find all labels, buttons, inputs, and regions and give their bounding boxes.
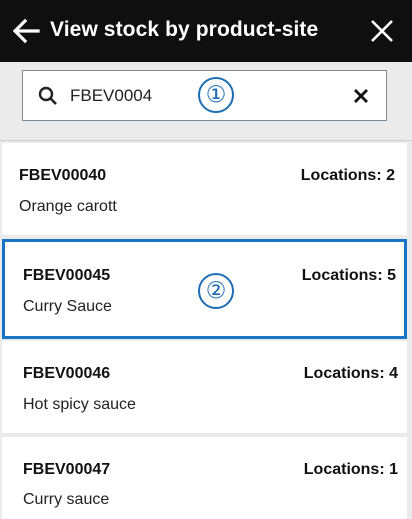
product-code: FBEV00040 (19, 167, 107, 184)
clear-icon[interactable] (351, 86, 371, 106)
product-name: Hot spicy sauce (23, 396, 136, 413)
search-input[interactable] (70, 84, 270, 108)
callout-marker-1: ① (198, 77, 234, 113)
list-item[interactable]: FBEV00040 Locations: 2 Orange carott (2, 143, 407, 235)
list-item[interactable]: FBEV00047 Locations: 1 Curry sauce (2, 437, 407, 519)
locations-count: Locations: 2 (300, 167, 395, 184)
product-code: FBEV00045 (23, 267, 111, 284)
page-title: View stock by product-site (50, 18, 319, 41)
search-bar-container: ① (0, 62, 412, 141)
locations-count: Locations: 5 (301, 267, 396, 284)
list-item[interactable]: FBEV00046 Locations: 4 Hot spicy sauce (2, 341, 407, 433)
callout-marker-2: ② (198, 273, 234, 309)
arrow-left-icon[interactable] (10, 16, 42, 46)
product-name: Curry Sauce (23, 298, 112, 315)
close-icon[interactable] (368, 17, 396, 45)
product-code: FBEV00046 (23, 365, 111, 382)
product-code: FBEV00047 (23, 461, 111, 478)
product-name: Curry sauce (23, 491, 110, 508)
locations-count: Locations: 4 (303, 365, 398, 382)
app-header: View stock by product-site (0, 0, 412, 62)
product-site-list: FBEV00040 Locations: 2 Orange carott FBE… (0, 141, 412, 519)
search-icon (38, 86, 57, 105)
locations-count: Locations: 1 (303, 461, 398, 478)
list-item[interactable]: FBEV00045 Locations: 5 Curry Sauce ② (2, 239, 407, 339)
product-name: Orange carott (19, 198, 117, 215)
search-field[interactable]: ① (22, 70, 387, 121)
